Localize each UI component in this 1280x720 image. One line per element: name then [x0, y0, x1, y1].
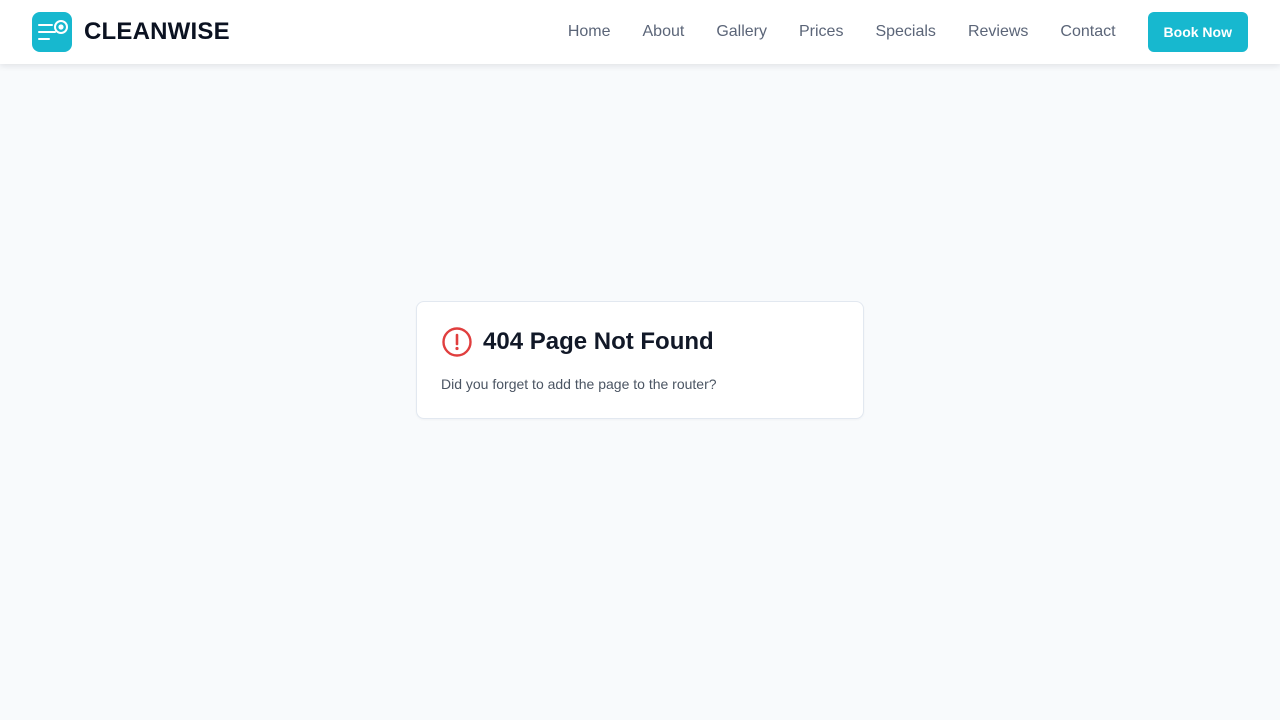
nav-link-about[interactable]: About [643, 23, 685, 41]
error-message: Did you forget to add the page to the ro… [441, 376, 717, 392]
brand-name: CLEANWISE [84, 18, 230, 45]
nav-link-home[interactable]: Home [568, 23, 611, 41]
nav-link-prices[interactable]: Prices [799, 23, 843, 41]
brand-home-link[interactable]: CLEANWISE [32, 12, 230, 52]
page-title: 404 Page Not Found [483, 328, 714, 355]
navbar: CLEANWISE Home About Gallery Prices Spec… [0, 0, 1280, 64]
nav-right: Home About Gallery Prices Specials Revie… [568, 12, 1248, 52]
nav-links: Home About Gallery Prices Specials Revie… [568, 23, 1116, 41]
not-found-card: 404 Page Not Found Did you forget to add… [416, 301, 864, 419]
not-found-header: 404 Page Not Found [441, 326, 839, 358]
nav-link-reviews[interactable]: Reviews [968, 23, 1028, 41]
cleaning-logo-icon [32, 12, 72, 52]
book-now-button[interactable]: Book Now [1147, 12, 1248, 52]
nav-link-gallery[interactable]: Gallery [716, 23, 767, 41]
nav-link-specials[interactable]: Specials [875, 23, 935, 41]
alert-circle-icon [441, 326, 473, 358]
nav-link-contact[interactable]: Contact [1060, 23, 1115, 41]
